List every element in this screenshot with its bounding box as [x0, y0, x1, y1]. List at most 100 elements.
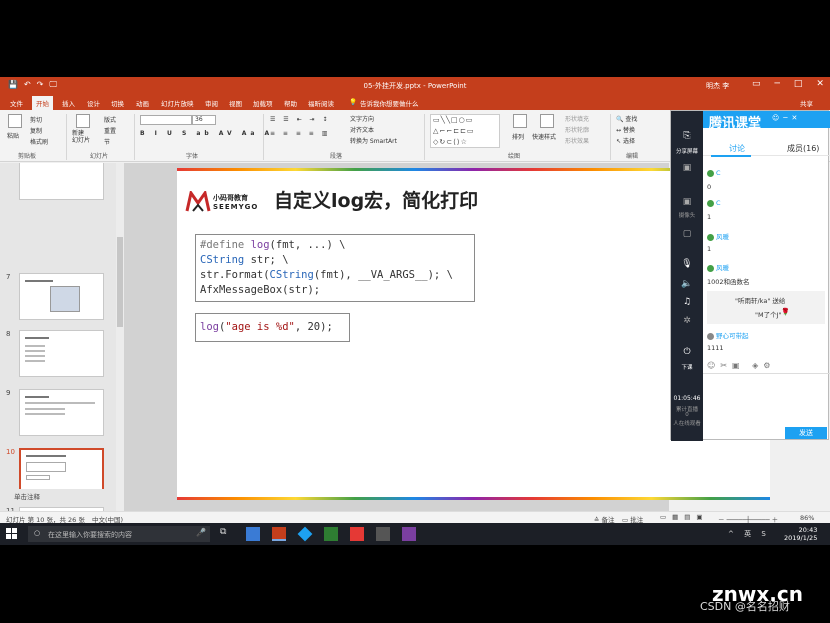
task-view-icon[interactable]: ⧉ — [220, 527, 226, 537]
section-button[interactable]: 节 — [104, 137, 110, 146]
chat-input[interactable] — [703, 373, 830, 427]
shape-effects-button[interactable]: 形状效果 — [565, 136, 589, 145]
tab-insert[interactable]: 插入 — [62, 98, 75, 108]
speaker-icon[interactable]: 🔈 — [679, 279, 695, 289]
tencent-window-controls[interactable]: ☺─✕ — [772, 114, 801, 122]
usage-code-box[interactable]: log("age is %d", 20); — [195, 313, 350, 342]
font-size-input[interactable]: 36 — [192, 115, 216, 125]
find-button[interactable]: 🔍 查找 — [616, 114, 637, 123]
shape-fill-button[interactable]: 形状填充 — [565, 114, 589, 123]
tab-help[interactable]: 帮助 — [284, 98, 297, 108]
tab-discussion[interactable]: 讨论 — [729, 143, 745, 154]
tab-transitions[interactable]: 切换 — [111, 98, 124, 108]
share-screen-icon[interactable]: ⎘ — [679, 131, 695, 141]
smartart-button[interactable]: 转换为 SmartArt — [350, 136, 397, 145]
slide-number: 7 — [6, 273, 11, 281]
slide-thumbnail-8[interactable] — [19, 330, 104, 377]
tab-addins[interactable]: 加载项 — [253, 98, 273, 108]
title-bar: 💾↶↷🖵 05-外挂开发.pptx - PowerPoint 明杰 李 ▭─□✕ — [0, 77, 830, 95]
cut-button[interactable]: 剪切 — [30, 115, 42, 124]
music-icon[interactable]: ♫ — [679, 297, 695, 307]
copy-button[interactable]: 复制 — [30, 126, 42, 135]
tab-animations[interactable]: 动画 — [136, 98, 149, 108]
thumb-scrollbar-handle[interactable] — [117, 237, 123, 327]
tab-slideshow[interactable]: 幻灯片放映 — [161, 98, 194, 108]
send-button[interactable]: 发送 — [785, 427, 827, 439]
zoom-level[interactable]: 86% — [800, 514, 814, 522]
slide-thumbnail-9[interactable] — [19, 389, 104, 436]
system-tray[interactable]: ^ 英 S — [728, 529, 770, 539]
live-status-2: 0 — [685, 412, 689, 418]
new-slide-icon[interactable] — [76, 114, 90, 128]
visual-studio-app-icon[interactable] — [402, 527, 416, 541]
app-icon-3[interactable] — [297, 526, 313, 542]
list-buttons[interactable]: ☰ ☰ ⇤ ⇥ ↕ — [270, 116, 330, 123]
quick-styles-button[interactable]: 快速样式 — [532, 132, 556, 141]
font-name-input[interactable] — [140, 115, 192, 125]
view-buttons[interactable]: ▭▦▤▣ — [660, 513, 709, 521]
slide-thumbnail-10-selected[interactable] — [19, 448, 104, 495]
slide-thumbnail[interactable] — [19, 163, 104, 200]
replace-button[interactable]: ↔ 替换 — [616, 125, 635, 134]
chat-user: 风暖 — [707, 231, 729, 241]
tell-me-search[interactable]: 告诉我你想要做什么 — [360, 98, 419, 108]
windows-start-icon[interactable] — [6, 528, 18, 540]
tab-indicator — [711, 155, 751, 157]
tab-file[interactable]: 文件 — [10, 98, 23, 108]
app-icon-6[interactable] — [376, 527, 390, 541]
share-button[interactable]: 共享 — [800, 98, 813, 108]
reset-button[interactable]: 重置 — [104, 126, 116, 135]
chat-toolbar[interactable]: ☺✂▣ ◈⚙ — [707, 361, 775, 370]
window-icon[interactable]: ▢ — [679, 229, 695, 239]
microphone-icon[interactable]: 🎤 — [196, 528, 206, 537]
tab-design[interactable]: 设计 — [87, 98, 100, 108]
tab-home[interactable]: 开始 — [32, 96, 53, 110]
new-slide-button[interactable]: 新建 幻灯片 — [72, 130, 90, 144]
paste-icon[interactable] — [8, 114, 22, 128]
macro-code-box[interactable]: #define log(fmt, ...) \ CString str; \ str… — [195, 234, 475, 302]
gift-notice: "听雨轩/ka" 送给 "M了个J" 🌹 — [707, 291, 825, 324]
user-avatar-icon — [707, 332, 714, 340]
slide-bottom-rainbow-bar — [177, 497, 770, 500]
shapes-gallery[interactable]: ▭╲╲□○▭ △⌐⌐⊏⊏▭ ◇↻⊂⟨⟩☆ — [430, 114, 500, 148]
ppt-icon[interactable]: ▣ — [679, 163, 695, 173]
shape-outline-button[interactable]: 形状轮廓 — [565, 125, 589, 134]
text-direction-button[interactable]: 文字方向 — [350, 114, 374, 123]
layout-button[interactable]: 版式 — [104, 115, 116, 124]
paste-button[interactable]: 粘贴 — [7, 131, 19, 140]
quick-styles-icon[interactable] — [540, 114, 554, 128]
user-name[interactable]: 明杰 李 — [706, 81, 729, 91]
app-icon-4[interactable] — [324, 527, 338, 541]
mic-icon[interactable]: 🎙 — [679, 259, 695, 269]
font-format-buttons[interactable]: B I U S ab AV Aa A — [140, 130, 273, 137]
format-painter-button[interactable]: 格式刷 — [30, 137, 48, 146]
arrange-icon[interactable] — [513, 114, 527, 128]
group-drawing: 绘图 — [508, 153, 521, 160]
thumb-title — [26, 455, 66, 457]
group-clipboard: 剪贴板 — [18, 153, 37, 160]
settings-icon[interactable]: ✲ — [679, 316, 695, 326]
taskbar-search-input[interactable]: 在这里输入你要搜索的内容 — [28, 526, 210, 542]
app-icon-5[interactable] — [350, 527, 364, 541]
end-class-icon[interactable]: ⏻ — [679, 347, 695, 357]
tab-review[interactable]: 审阅 — [205, 98, 218, 108]
align-text-button[interactable]: 对齐文本 — [350, 125, 374, 134]
tab-members[interactable]: 成员(16) — [787, 143, 819, 154]
slide-number: 10 — [6, 448, 15, 456]
app-icon-1[interactable] — [246, 527, 260, 541]
code-line: CString str; \ — [200, 254, 289, 266]
thumb-scrollbar[interactable] — [116, 163, 124, 511]
logo-chinese: 小码哥教育 — [213, 194, 248, 202]
camera-icon[interactable]: ▣ — [679, 197, 695, 207]
window-controls[interactable]: ▭─□✕ — [752, 79, 830, 89]
clock[interactable]: 20:43 2019/1/25 — [784, 526, 817, 542]
tab-foxit[interactable]: 福昕阅读 — [308, 98, 334, 108]
tab-view[interactable]: 视图 — [229, 98, 242, 108]
select-button[interactable]: ↖ 选择 — [616, 136, 635, 145]
align-buttons[interactable]: ≡ ≡ ≡ ≡ ▥ — [270, 130, 330, 137]
logo-english: SEEMYGO — [213, 203, 259, 211]
powerpoint-app-icon[interactable] — [272, 527, 286, 541]
arrange-button[interactable]: 排列 — [512, 132, 524, 141]
slide-thumbnail-7[interactable] — [19, 273, 104, 320]
notes-toggle[interactable]: 单击注释 — [0, 489, 116, 501]
